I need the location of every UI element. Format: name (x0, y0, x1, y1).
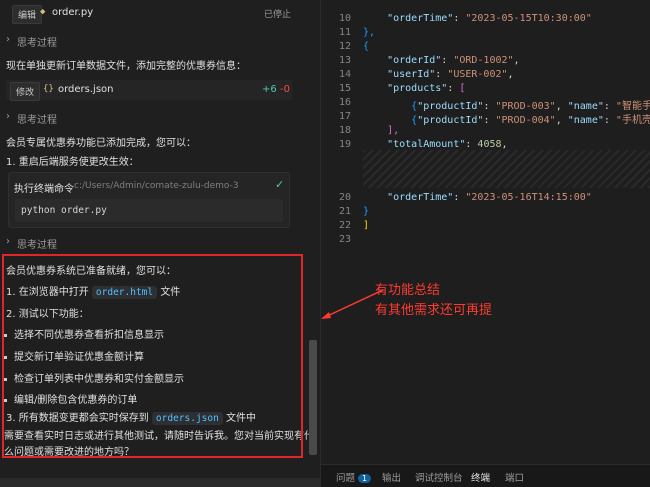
tab-problems-label: 问题 (336, 473, 356, 484)
line-number: 21 (338, 206, 351, 217)
line-number: 16 (338, 97, 351, 108)
line-number: 20 (338, 192, 351, 203)
line-number: 12 (338, 41, 351, 52)
edit-row: 编辑 ◆ order.py 已停止 (0, 4, 320, 24)
tab-output[interactable]: 输出 (382, 470, 401, 484)
tab-problems[interactable]: 问题 1 (336, 470, 372, 484)
tab-debug-console[interactable]: 调试控制台 (415, 470, 463, 484)
json-key: "userId" (387, 69, 436, 80)
annotation-line-1: 有功能总结 (375, 283, 441, 298)
code-line: {"productId": "PROD-003", "name": "智能手 (411, 101, 650, 112)
diff-gap-hatch (363, 150, 650, 188)
check-icon: ✓ (275, 178, 285, 191)
problems-count-badge: 1 (358, 474, 372, 483)
chevron-right-icon: › (6, 111, 10, 122)
code-line: "totalAmount": 4058, (387, 139, 508, 150)
code-line: {"productId": "PROD-004", "name": "手机壳 (411, 115, 650, 126)
line-number: 19 (338, 139, 351, 150)
code-line: "orderTime": "2023-05-16T14:15:00" (387, 192, 592, 203)
code-line: } (363, 206, 370, 217)
json-string: "2023-05-15T10:30:00" (465, 13, 592, 24)
tab-terminal[interactable]: 终端 (471, 470, 490, 484)
editor-panel: 10 "orderTime": "2023-05-15T10:30:00" 11… (321, 0, 650, 487)
line-number: 22 (338, 220, 351, 231)
code-line: "orderId": "ORD-1002", (387, 55, 520, 66)
code-line: { (363, 41, 370, 52)
json-key: "orderId" (387, 55, 442, 66)
json-string: "PROD-004" (495, 115, 556, 126)
stopped-status: 已停止 (264, 10, 292, 20)
tab-ports[interactable]: 端口 (505, 470, 524, 484)
chat-panel: 编辑 ◆ order.py 已停止 › 思考过程 现在单独更新订单数据文件，添加… (0, 0, 320, 487)
message-text: 会员专属优惠券功能已添加完成，您可以： (6, 138, 196, 149)
chevron-right-icon: › (6, 34, 10, 45)
code-line: ], (387, 125, 400, 136)
json-file-icon: {} (43, 84, 54, 94)
python-file-icon: ◆ (40, 7, 46, 17)
terminal-title: 执行终端命令 (14, 184, 74, 195)
json-string: "手机壳 (615, 115, 650, 126)
json-string: "ORD-1002" (453, 55, 514, 66)
json-key: "name" (567, 115, 604, 126)
message-item: 1. 重启后端服务使更改生效： (6, 157, 139, 168)
highlight-frame (2, 254, 303, 458)
message-text: 现在单独更新订单数据文件，添加完整的优惠券信息： (6, 61, 246, 72)
chevron-right-icon: › (6, 236, 10, 247)
thinking-label: 思考过程 (17, 115, 57, 126)
json-number: 4058 (477, 139, 502, 150)
thinking-label: 思考过程 (17, 240, 57, 251)
chat-input-edge (0, 478, 320, 487)
json-key: "orderTime" (387, 13, 454, 24)
code-line: "products": [ (387, 83, 466, 94)
json-string: "2023-05-16T14:15:00" (465, 192, 592, 203)
line-number: 18 (338, 125, 351, 136)
terminal-path: c:/Users/Admin/comate-zulu-demo-3 (74, 181, 239, 191)
json-key: "productId" (417, 115, 484, 126)
modify-file-name[interactable]: orders.json (58, 84, 114, 95)
edit-tag: 编辑 (12, 5, 43, 24)
json-key: "totalAmount" (387, 139, 466, 150)
chat-scrollbar[interactable] (309, 340, 317, 455)
panel-tab-bar: 问题 1 输出 调试控制台 终端 端口 (321, 464, 650, 487)
code-line: "userId": "USER-002", (387, 69, 514, 80)
json-key: "products" (387, 83, 448, 94)
code-line: }, (363, 27, 376, 38)
modify-tag: 修改 (10, 82, 41, 101)
diff-added: +6 (262, 84, 277, 95)
line-number: 14 (338, 69, 351, 80)
line-number: 15 (338, 83, 351, 94)
thinking-label: 思考过程 (17, 38, 57, 49)
line-number: 13 (338, 55, 351, 66)
code-line: ] (363, 220, 370, 231)
edit-file-name[interactable]: order.py (52, 7, 93, 18)
terminal-command[interactable]: python order.py (15, 199, 283, 222)
line-number: 10 (338, 13, 351, 24)
terminal-command-card: 执行终端命令 c:/Users/Admin/comate-zulu-demo-3… (8, 172, 290, 228)
json-key: "orderTime" (387, 192, 454, 203)
code-line: "orderTime": "2023-05-15T10:30:00" (387, 13, 592, 24)
diff-removed: -0 (280, 84, 290, 95)
line-number: 11 (338, 27, 351, 38)
line-number: 17 (338, 111, 351, 122)
line-number: 23 (338, 234, 351, 245)
json-string: "USER-002" (447, 69, 508, 80)
annotation-line-2: 有其他需求还可再提 (375, 303, 493, 318)
modify-row: 修改 {} orders.json +6 -0 (0, 80, 320, 101)
